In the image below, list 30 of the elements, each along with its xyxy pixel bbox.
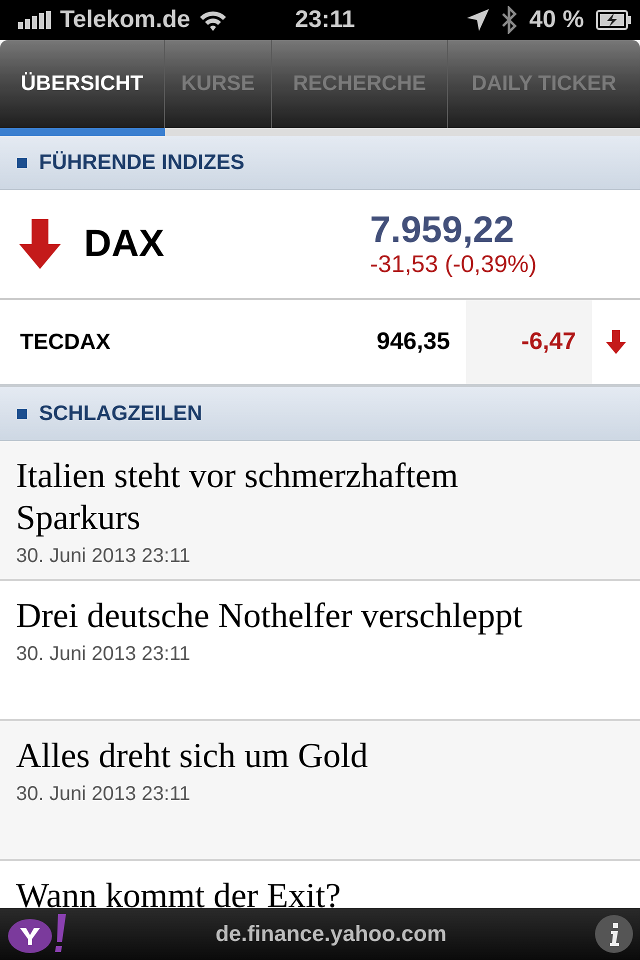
page-url: de.finance.yahoo.com bbox=[215, 921, 447, 947]
square-bullet-icon bbox=[17, 158, 27, 168]
index-value: 946,35 bbox=[376, 328, 451, 356]
section-title: SCHLAGZEILEN bbox=[39, 402, 202, 426]
bluetooth-icon bbox=[501, 6, 518, 34]
square-bullet-icon bbox=[17, 408, 27, 418]
index-name: TECDAX bbox=[19, 329, 112, 355]
signal-icon bbox=[18, 11, 52, 29]
clock: 23:11 bbox=[294, 6, 356, 34]
index-change: -6,47 bbox=[466, 300, 592, 384]
info-icon[interactable] bbox=[594, 914, 634, 954]
wifi-icon bbox=[198, 9, 228, 31]
battery-icon bbox=[596, 10, 632, 30]
index-change: -31,53 (-0,39%) bbox=[370, 251, 538, 279]
carrier-name: Telekom.de bbox=[60, 6, 190, 34]
location-icon bbox=[467, 9, 490, 31]
index-value: 7.959,22 bbox=[370, 209, 516, 251]
news-date: 30. Juni 2013 23:11 bbox=[16, 643, 192, 666]
headline: Drei deutsche Nothelfer verschleppt bbox=[16, 595, 524, 637]
news-date: 30. Juni 2013 23:11 bbox=[16, 783, 192, 806]
yahoo-logo-icon[interactable] bbox=[6, 912, 68, 956]
index-name: DAX bbox=[84, 222, 166, 266]
news-item[interactable]: Drei deutsche Nothelfer verschleppt 30. Juni 2013 23:11 bbox=[0, 581, 640, 721]
section-title: FÜHRENDE INDIZES bbox=[39, 150, 244, 174]
news-date: 30. Juni 2013 23:11 bbox=[16, 545, 192, 568]
headline: Alles dreht sich um Gold bbox=[16, 735, 369, 777]
battery-percentage: 40 % bbox=[529, 6, 584, 34]
headline: Wann kommt der Exit? bbox=[16, 875, 342, 908]
news-item[interactable]: Wann kommt der Exit? bbox=[0, 861, 640, 908]
headline: Italien steht vor schmerzhaftem Sparkurs bbox=[16, 455, 460, 539]
